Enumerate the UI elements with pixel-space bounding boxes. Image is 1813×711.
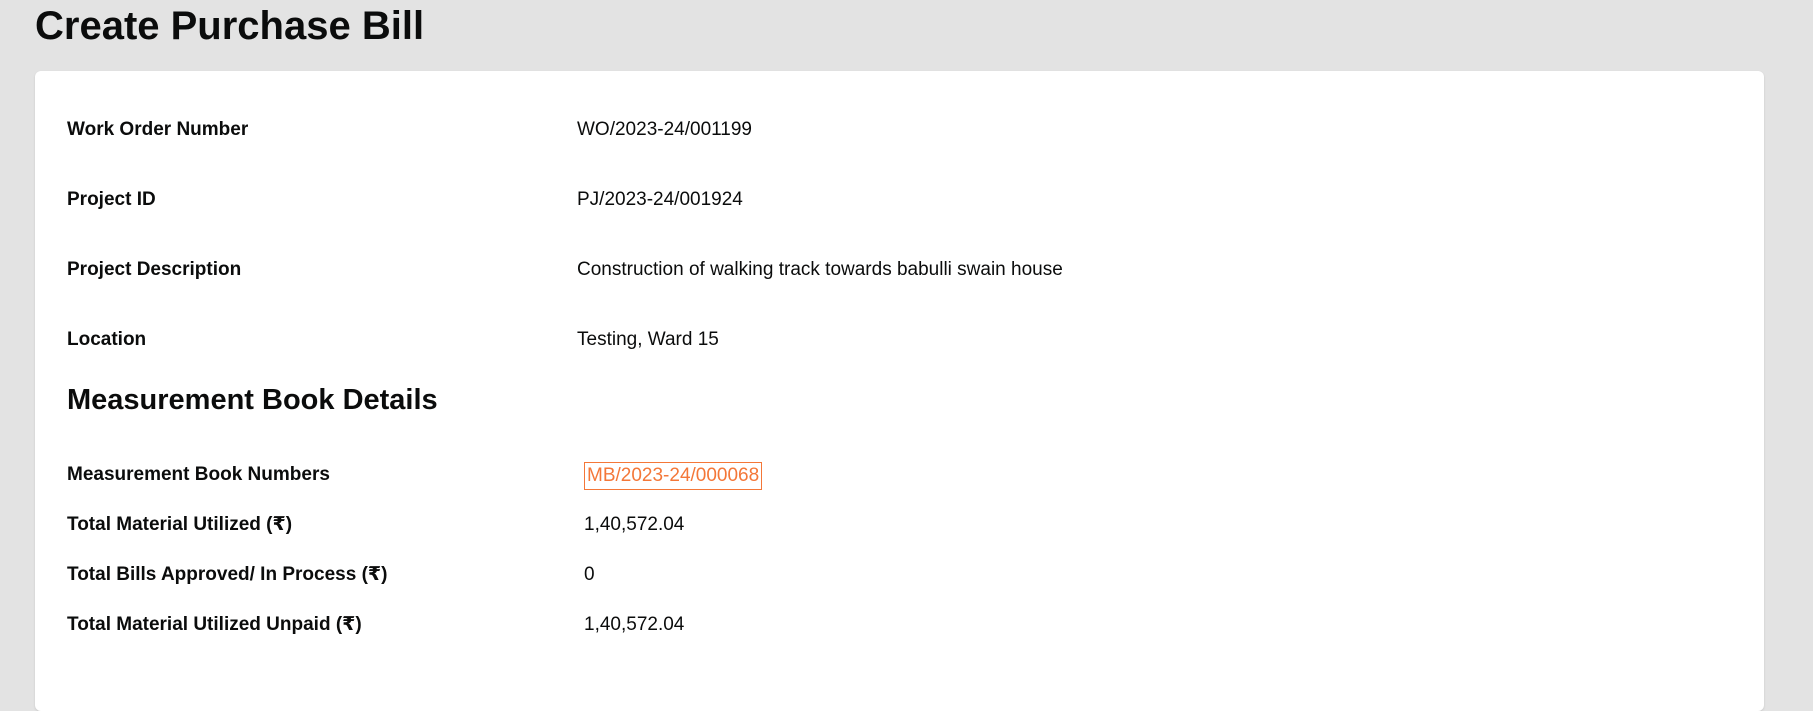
page-title: Create Purchase Bill bbox=[35, 4, 425, 48]
project-id-value: PJ/2023-24/001924 bbox=[577, 189, 743, 210]
total-material-utilized-label: Total Material Utilized (₹) bbox=[67, 514, 293, 535]
work-order-number-value: WO/2023-24/001199 bbox=[577, 119, 752, 140]
measurement-book-numbers-label: Measurement Book Numbers bbox=[67, 464, 330, 485]
project-description-row: Project Description Construction of walk… bbox=[67, 255, 1732, 285]
total-material-utilized-unpaid-label: Total Material Utilized Unpaid (₹) bbox=[67, 614, 362, 635]
project-description-label: Project Description bbox=[67, 259, 242, 280]
total-material-utilized-value: 1,40,572.04 bbox=[584, 514, 685, 535]
project-description-value: Construction of walking track towards ba… bbox=[577, 259, 1063, 280]
total-bills-approved-value: 0 bbox=[584, 564, 595, 585]
work-order-number-row: Work Order Number WO/2023-24/001199 bbox=[67, 115, 1732, 145]
location-label: Location bbox=[67, 329, 147, 350]
total-bills-approved-label: Total Bills Approved/ In Process (₹) bbox=[67, 564, 388, 585]
total-material-utilized-unpaid-row: Total Material Utilized Unpaid (₹) 1,40,… bbox=[67, 610, 1732, 640]
measurement-book-numbers-row: Measurement Book Numbers bbox=[67, 460, 1732, 490]
measurement-book-section-title: Measurement Book Details bbox=[67, 384, 438, 416]
project-id-row: Project ID PJ/2023-24/001924 bbox=[67, 185, 1732, 215]
total-bills-approved-row: Total Bills Approved/ In Process (₹) 0 bbox=[67, 560, 1732, 590]
total-material-utilized-unpaid-value: 1,40,572.04 bbox=[584, 614, 685, 635]
purchase-bill-card: Work Order Number WO/2023-24/001199 Proj… bbox=[35, 71, 1764, 711]
project-id-label: Project ID bbox=[67, 189, 156, 210]
location-row: Location Testing, Ward 15 bbox=[67, 325, 1732, 355]
location-value: Testing, Ward 15 bbox=[577, 329, 719, 350]
measurement-book-number-link[interactable]: MB/2023-24/000068 bbox=[584, 462, 763, 490]
work-order-number-label: Work Order Number bbox=[67, 119, 249, 140]
total-material-utilized-row: Total Material Utilized (₹) 1,40,572.04 bbox=[67, 510, 1732, 540]
